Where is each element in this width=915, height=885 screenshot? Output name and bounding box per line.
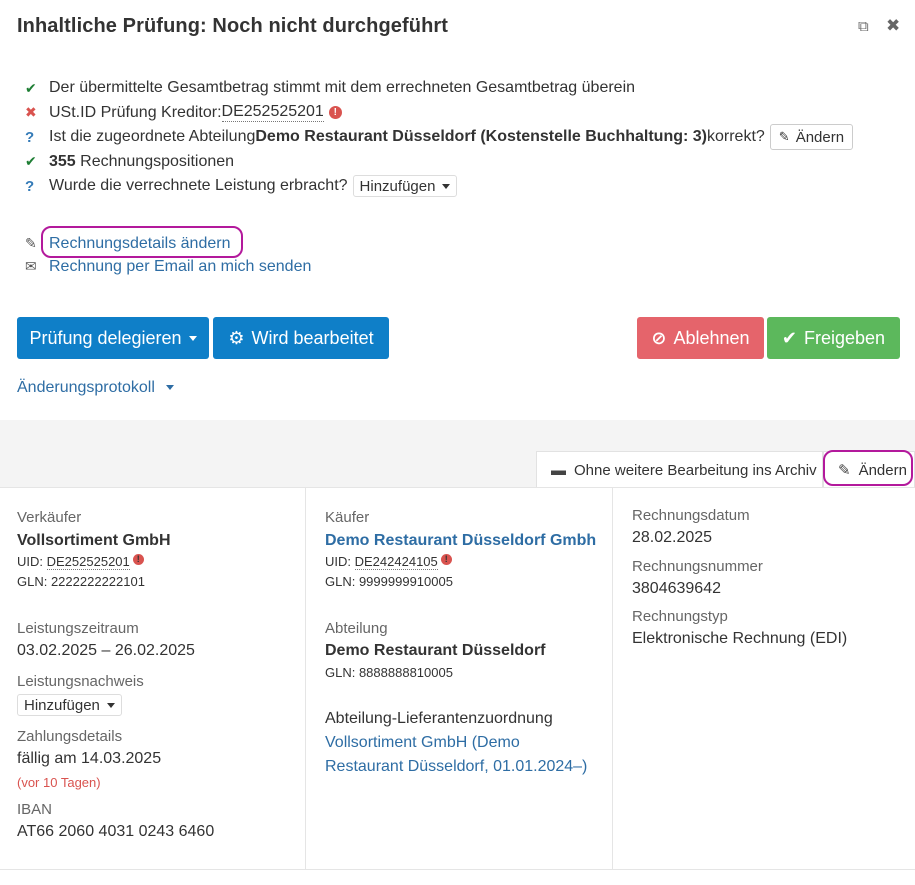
check-row-vat-id: ✖ USt.ID Prüfung Kreditor: DE252525201 ! — [25, 101, 853, 126]
buyer-label: Käufer — [325, 509, 370, 526]
gears-icon: ⚙ — [228, 327, 245, 348]
caret-down-icon — [188, 335, 197, 341]
vat-id-value: DE252525201 — [221, 103, 324, 123]
ban-icon: ⊘ — [651, 327, 667, 348]
department-gln: GLN: 8888888810005 — [325, 665, 453, 680]
change-department-button[interactable]: ✎ Ändern — [769, 124, 854, 151]
invoice-type-label: Rechnungstyp — [632, 608, 728, 625]
question-icon: ? — [25, 128, 35, 146]
archive-tab[interactable]: ▬ Ohne weitere Bearbeitung ins Archiv — [536, 451, 823, 488]
buyer-gln: GLN: 9999999910005 — [325, 574, 453, 589]
iban-label: IBAN — [17, 801, 53, 818]
department-name: Demo Restaurant Düsseldorf — [325, 642, 546, 659]
caret-down-icon — [166, 385, 175, 391]
change-log-toggle[interactable]: Änderungsprotokoll — [17, 379, 175, 397]
proof-label: Leistungsnachweis — [17, 673, 144, 690]
send-email-row: ✉ Rechnung per Email an mich senden — [25, 255, 311, 278]
review-panel: Inhaltliche Prüfung: Noch nicht durchgef… — [0, 0, 915, 420]
exclamation-icon: ! — [132, 554, 144, 565]
payment-overdue: (vor 10 Tagen) — [17, 775, 101, 790]
check-list: ✔ Der übermittelte Gesamtbetrag stimmt m… — [25, 76, 854, 199]
seller-gln: GLN: 2222222222101 — [17, 574, 145, 589]
in-progress-button[interactable]: ⚙ Wird bearbeitet — [213, 317, 389, 359]
archive-icon: ▬ — [551, 461, 566, 479]
checkmark-icon: ✔ — [25, 153, 37, 170]
caret-down-icon — [442, 183, 451, 189]
check-row-service: ? Wurde die verrechnete Leistung erbrach… — [25, 174, 853, 199]
supplier-assignment-label: Abteilung-Lieferantenzuordnung — [325, 710, 553, 727]
check-row-positions: ✔ 355 Rechnungspositionen — [25, 152, 235, 170]
buyer-uid: UID: DE242424105! — [325, 554, 452, 570]
payment-due: fällig am 14.03.2025 — [17, 750, 162, 767]
close-icon[interactable]: ✖ — [886, 16, 900, 36]
approve-button[interactable]: ✔ Freigeben — [767, 317, 900, 359]
invoice-number-label: Rechnungsnummer — [632, 558, 763, 575]
reject-button[interactable]: ⊘ Ablehnen — [637, 317, 764, 359]
invoice-type: Elektronische Rechnung (EDI) — [632, 630, 848, 647]
delegate-button[interactable]: Prüfung delegieren — [17, 317, 209, 359]
exclamation-icon: ! — [328, 106, 342, 120]
check-row-department: ? Ist die zugeordnete Abteilung Demo Res… — [25, 124, 854, 151]
add-proof-dropdown[interactable]: Hinzufügen — [17, 694, 122, 716]
exclamation-icon: ! — [440, 554, 452, 565]
cross-icon: ✖ — [25, 104, 37, 121]
add-service-dropdown[interactable]: Hinzufügen — [352, 175, 458, 198]
period-value: 03.02.2025 – 26.02.2025 — [17, 642, 195, 659]
page-title: Inhaltliche Prüfung: Noch nicht durchgef… — [17, 15, 449, 37]
caret-down-icon — [106, 702, 115, 708]
period-label: Leistungszeitraum — [17, 620, 139, 637]
checkmark-icon: ✔ — [25, 79, 37, 96]
seller-uid: UID: DE252525201! — [17, 554, 144, 570]
column-divider — [612, 487, 613, 870]
send-email-link[interactable]: Rechnung per Email an mich senden — [49, 258, 311, 276]
invoice-date-label: Rechnungsdatum — [632, 507, 750, 524]
buyer-name-link[interactable]: Demo Restaurant Düsseldorf Gmbh — [325, 532, 596, 550]
question-icon: ? — [25, 177, 35, 195]
invoice-date: 28.02.2025 — [632, 529, 713, 546]
column-divider — [305, 487, 306, 870]
restore-window-icon[interactable]: ⧉ — [858, 18, 869, 35]
highlight-annotation — [41, 226, 243, 258]
department-label: Abteilung — [325, 620, 388, 637]
supplier-assignment-link-cont[interactable]: Restaurant Düsseldorf, 01.01.2024–) — [325, 758, 587, 776]
iban-value: AT66 2060 4031 0243 6460 — [17, 823, 215, 840]
highlight-annotation — [823, 450, 913, 486]
seller-name: Vollsortiment GmbH — [17, 532, 171, 549]
invoice-number: 3804639642 — [632, 580, 721, 597]
supplier-assignment-link[interactable]: Vollsortiment GmbH (Demo — [325, 734, 520, 752]
check-row-total: ✔ Der übermittelte Gesamtbetrag stimmt m… — [25, 79, 636, 97]
seller-label: Verkäufer — [17, 509, 82, 526]
pencil-icon: ✎ — [778, 129, 790, 145]
envelope-icon: ✉ — [25, 258, 37, 274]
payment-label: Zahlungsdetails — [17, 728, 123, 745]
checkmark-icon: ✔ — [781, 327, 798, 348]
